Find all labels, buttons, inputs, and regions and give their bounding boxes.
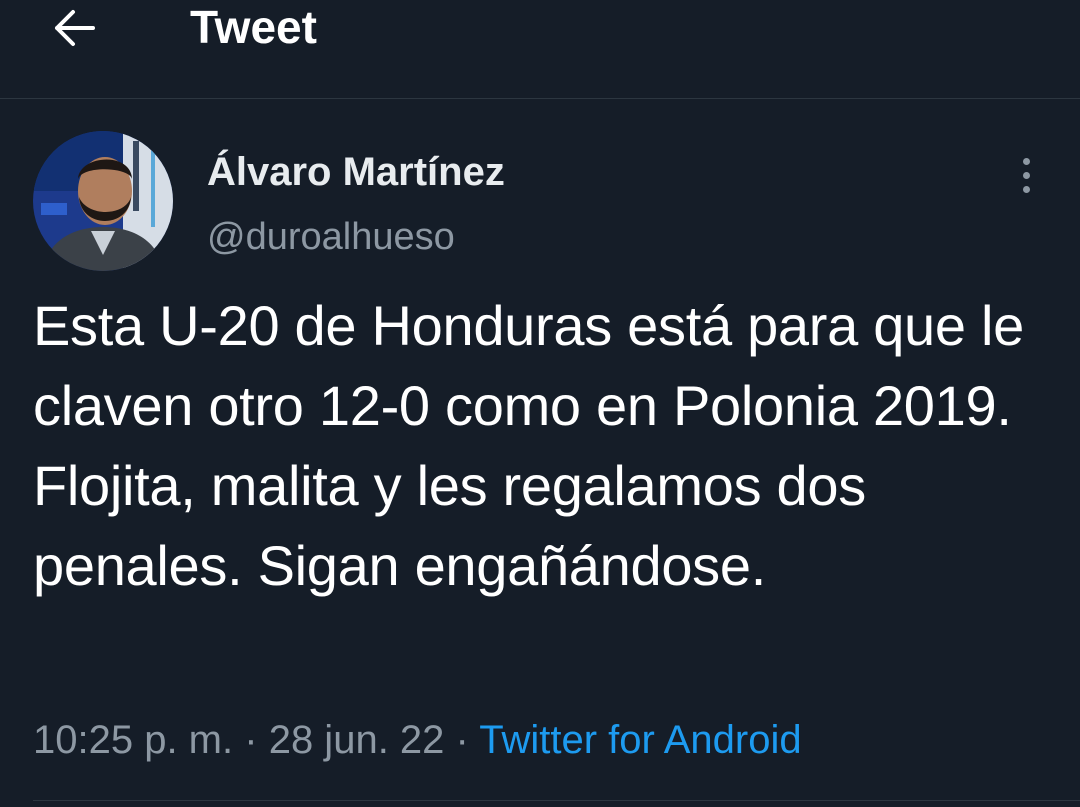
meta-separator: ·	[455, 718, 469, 762]
back-button[interactable]	[46, 0, 102, 56]
divider	[33, 800, 1080, 801]
tweet-source-link[interactable]: Twitter for Android	[479, 718, 801, 762]
more-vertical-icon	[1022, 185, 1030, 193]
more-vertical-icon	[1022, 157, 1030, 165]
meta-separator: ·	[244, 718, 258, 762]
top-bar: Tweet	[0, 0, 1080, 99]
avatar-image	[33, 131, 173, 271]
tweet-date[interactable]: 28 jun. 22	[269, 718, 445, 762]
tweet-detail-screen: Tweet Álvaro Martínez @duroalhueso Esta …	[0, 0, 1080, 807]
tweet-time[interactable]: 10:25 p. m.	[33, 718, 233, 762]
author-handle[interactable]: @duroalhueso	[207, 215, 455, 259]
author-name[interactable]: Álvaro Martínez	[207, 149, 505, 195]
tweet-text: Esta U-20 de Honduras está para que le c…	[33, 294, 1024, 597]
arrow-left-icon	[55, 10, 95, 46]
tweet-meta: 10:25 p. m. · 28 jun. 22 · Twitter for A…	[33, 715, 802, 765]
more-vertical-icon	[1022, 171, 1030, 179]
avatar[interactable]	[33, 131, 173, 271]
page-title: Tweet	[190, 1, 317, 53]
more-options-button[interactable]	[1008, 150, 1044, 200]
